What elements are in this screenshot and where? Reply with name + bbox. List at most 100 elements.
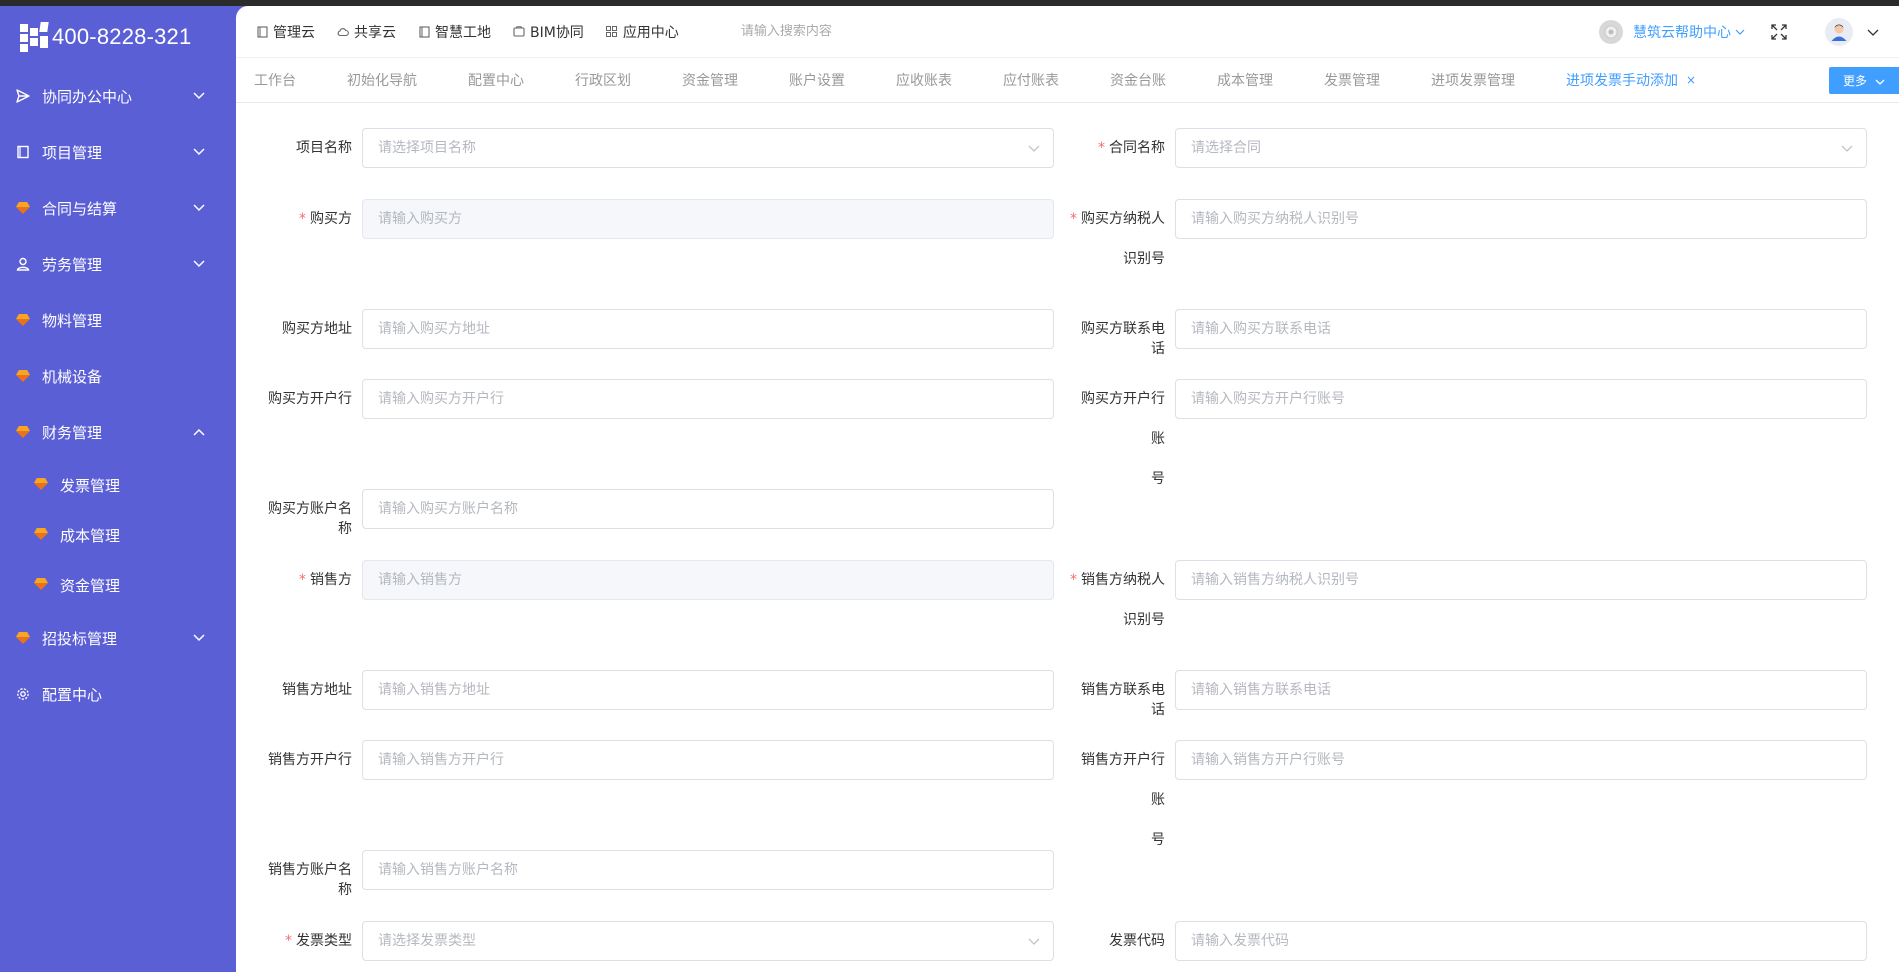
- top-bar: 管理云 共享云 智慧工地 BIM协同 应用中心 请输入搜索内容 慧筑云帮助中心: [236, 6, 1899, 58]
- tab-input-invoice-manual-add[interactable]: 进项发票手动添加 ×: [1566, 70, 1696, 90]
- topnav-bim[interactable]: BIM协同: [513, 22, 584, 42]
- grid-icon: [606, 26, 618, 38]
- sidebar-item-label: 配置中心: [42, 685, 103, 704]
- more-label: 更多: [1842, 74, 1867, 88]
- more-tabs-button[interactable]: 更多: [1829, 67, 1899, 94]
- gem-icon: [14, 199, 32, 217]
- sidebar-item-label: 物料管理: [42, 311, 103, 330]
- seller-bank-account-input[interactable]: [1175, 740, 1867, 780]
- gem-icon: [14, 367, 32, 385]
- tab-funds[interactable]: 资金管理: [682, 70, 738, 90]
- worker-icon: [14, 255, 32, 273]
- field-buyer-account-name: 购买方账户名称: [256, 489, 1054, 539]
- tab-config-center[interactable]: 配置中心: [468, 70, 524, 90]
- sidebar-subitem-label: 成本管理: [60, 526, 121, 545]
- tab-label: 进项发票手动添加: [1566, 73, 1678, 89]
- search-input[interactable]: [740, 24, 1041, 39]
- tab-init-nav[interactable]: 初始化导航: [347, 70, 417, 90]
- seller-phone-input[interactable]: [1175, 670, 1867, 710]
- logo[interactable]: 400-8228-321: [0, 6, 236, 68]
- field-buyer-bank-account: 购买方开户行账号: [1069, 379, 1867, 499]
- sidebar-item-config[interactable]: 配置中心: [0, 666, 236, 722]
- field-seller-phone: 销售方联系电话: [1069, 670, 1867, 720]
- seller-bank-input[interactable]: [362, 740, 1054, 780]
- sidebar-item-collab-office[interactable]: 协同办公中心: [0, 68, 236, 124]
- seller-input: [362, 560, 1054, 600]
- buyer-phone-input[interactable]: [1175, 309, 1867, 349]
- tab-input-invoice[interactable]: 进项发票管理: [1431, 70, 1515, 90]
- field-label: 购买方开户行: [268, 391, 352, 407]
- buyer-bank-input[interactable]: [362, 379, 1054, 419]
- tab-invoice[interactable]: 发票管理: [1324, 70, 1380, 90]
- field-label: 销售方账户名称: [268, 862, 352, 898]
- contract-name-select[interactable]: [1175, 128, 1867, 168]
- gem-icon: [14, 311, 32, 329]
- field-label: 销售方开户行账号: [1081, 752, 1165, 848]
- sidebar-subitem-cost[interactable]: 成本管理: [0, 510, 236, 560]
- doc-icon: [256, 25, 268, 38]
- sidebar-item-machinery[interactable]: 机械设备: [0, 348, 236, 404]
- field-label: * 销售方纳税人 识别号: [1070, 572, 1165, 628]
- buyer-bank-account-input[interactable]: [1175, 379, 1867, 419]
- field-label: * 合同名称: [1098, 140, 1165, 156]
- invoice-type-select[interactable]: [362, 921, 1054, 961]
- chevron-up-icon: [192, 425, 206, 439]
- buyer-address-input[interactable]: [362, 309, 1054, 349]
- required-mark: *: [1098, 140, 1105, 156]
- topnav-label: 应用中心: [622, 24, 679, 41]
- help-avatar-icon: [1599, 19, 1623, 44]
- topnav-smart-site[interactable]: 智慧工地: [418, 22, 491, 42]
- invoice-code-input[interactable]: [1175, 921, 1867, 961]
- user-avatar[interactable]: [1825, 17, 1853, 46]
- gem-icon: [34, 476, 48, 494]
- sidebar-subitem-label: 资金管理: [60, 576, 121, 595]
- tab-receivables[interactable]: 应收账表: [896, 70, 952, 90]
- seller-address-input[interactable]: [362, 670, 1054, 710]
- buyer-input: [362, 199, 1054, 239]
- field-label: * 购买方纳税人 识别号: [1070, 211, 1165, 267]
- chevron-down-icon[interactable]: [1867, 25, 1881, 39]
- tab-cost[interactable]: 成本管理: [1217, 70, 1273, 90]
- logo-icon: [20, 22, 50, 52]
- topnav-share-cloud[interactable]: 共享云: [337, 22, 396, 42]
- sidebar-subitem-invoice[interactable]: 发票管理: [0, 460, 236, 510]
- buyer-tax-id-input[interactable]: [1175, 199, 1867, 239]
- field-label: 购买方联系电话: [1081, 321, 1165, 357]
- help-center-link[interactable]: 慧筑云帮助中心: [1633, 22, 1745, 42]
- chevron-down-icon: [1841, 141, 1855, 155]
- sidebar-item-labor[interactable]: 劳务管理: [0, 236, 236, 292]
- required-mark: *: [1070, 572, 1077, 588]
- topnav-manage-cloud[interactable]: 管理云: [256, 22, 315, 42]
- field-contract-name: * 合同名称: [1069, 128, 1867, 168]
- chevron-down-icon: [1028, 141, 1042, 155]
- sidebar-nav: 协同办公中心 项目管理 合同与结算 劳务管理 物料管理 机械设备 财务管理 发票…: [0, 68, 236, 722]
- seller-account-name-input[interactable]: [362, 850, 1054, 890]
- invoice-type-select-wrap[interactable]: [362, 921, 1054, 961]
- chevron-down-icon: [192, 89, 206, 103]
- gem-icon: [14, 423, 32, 441]
- tab-account-settings[interactable]: 账户设置: [789, 70, 845, 90]
- field-seller-account-name: 销售方账户名称: [256, 850, 1054, 900]
- tab-workbench[interactable]: 工作台: [254, 70, 296, 90]
- buyer-account-name-input[interactable]: [362, 489, 1054, 529]
- close-icon[interactable]: ×: [1686, 73, 1696, 87]
- field-seller-tax-id: * 销售方纳税人 识别号: [1069, 560, 1867, 640]
- project-name-select[interactable]: [362, 128, 1054, 168]
- tab-admin-division[interactable]: 行政区划: [575, 70, 631, 90]
- tab-payables[interactable]: 应付账表: [1003, 70, 1059, 90]
- sidebar-item-project[interactable]: 项目管理: [0, 124, 236, 180]
- contract-select[interactable]: [1175, 128, 1867, 168]
- chevron-down-icon: [192, 257, 206, 271]
- book-icon: [14, 143, 32, 161]
- seller-tax-id-input[interactable]: [1175, 560, 1867, 600]
- sidebar-subitem-funds[interactable]: 资金管理: [0, 560, 236, 610]
- fullscreen-icon[interactable]: [1771, 23, 1787, 40]
- project-select[interactable]: [362, 128, 1054, 168]
- sidebar-item-bidding[interactable]: 招投标管理: [0, 610, 236, 666]
- gem-icon: [34, 526, 48, 544]
- sidebar-item-material[interactable]: 物料管理: [0, 292, 236, 348]
- tab-funds-ledger[interactable]: 资金台账: [1110, 70, 1166, 90]
- sidebar-item-finance[interactable]: 财务管理: [0, 404, 236, 460]
- topnav-app-center[interactable]: 应用中心: [606, 22, 679, 42]
- sidebar-item-contract[interactable]: 合同与结算: [0, 180, 236, 236]
